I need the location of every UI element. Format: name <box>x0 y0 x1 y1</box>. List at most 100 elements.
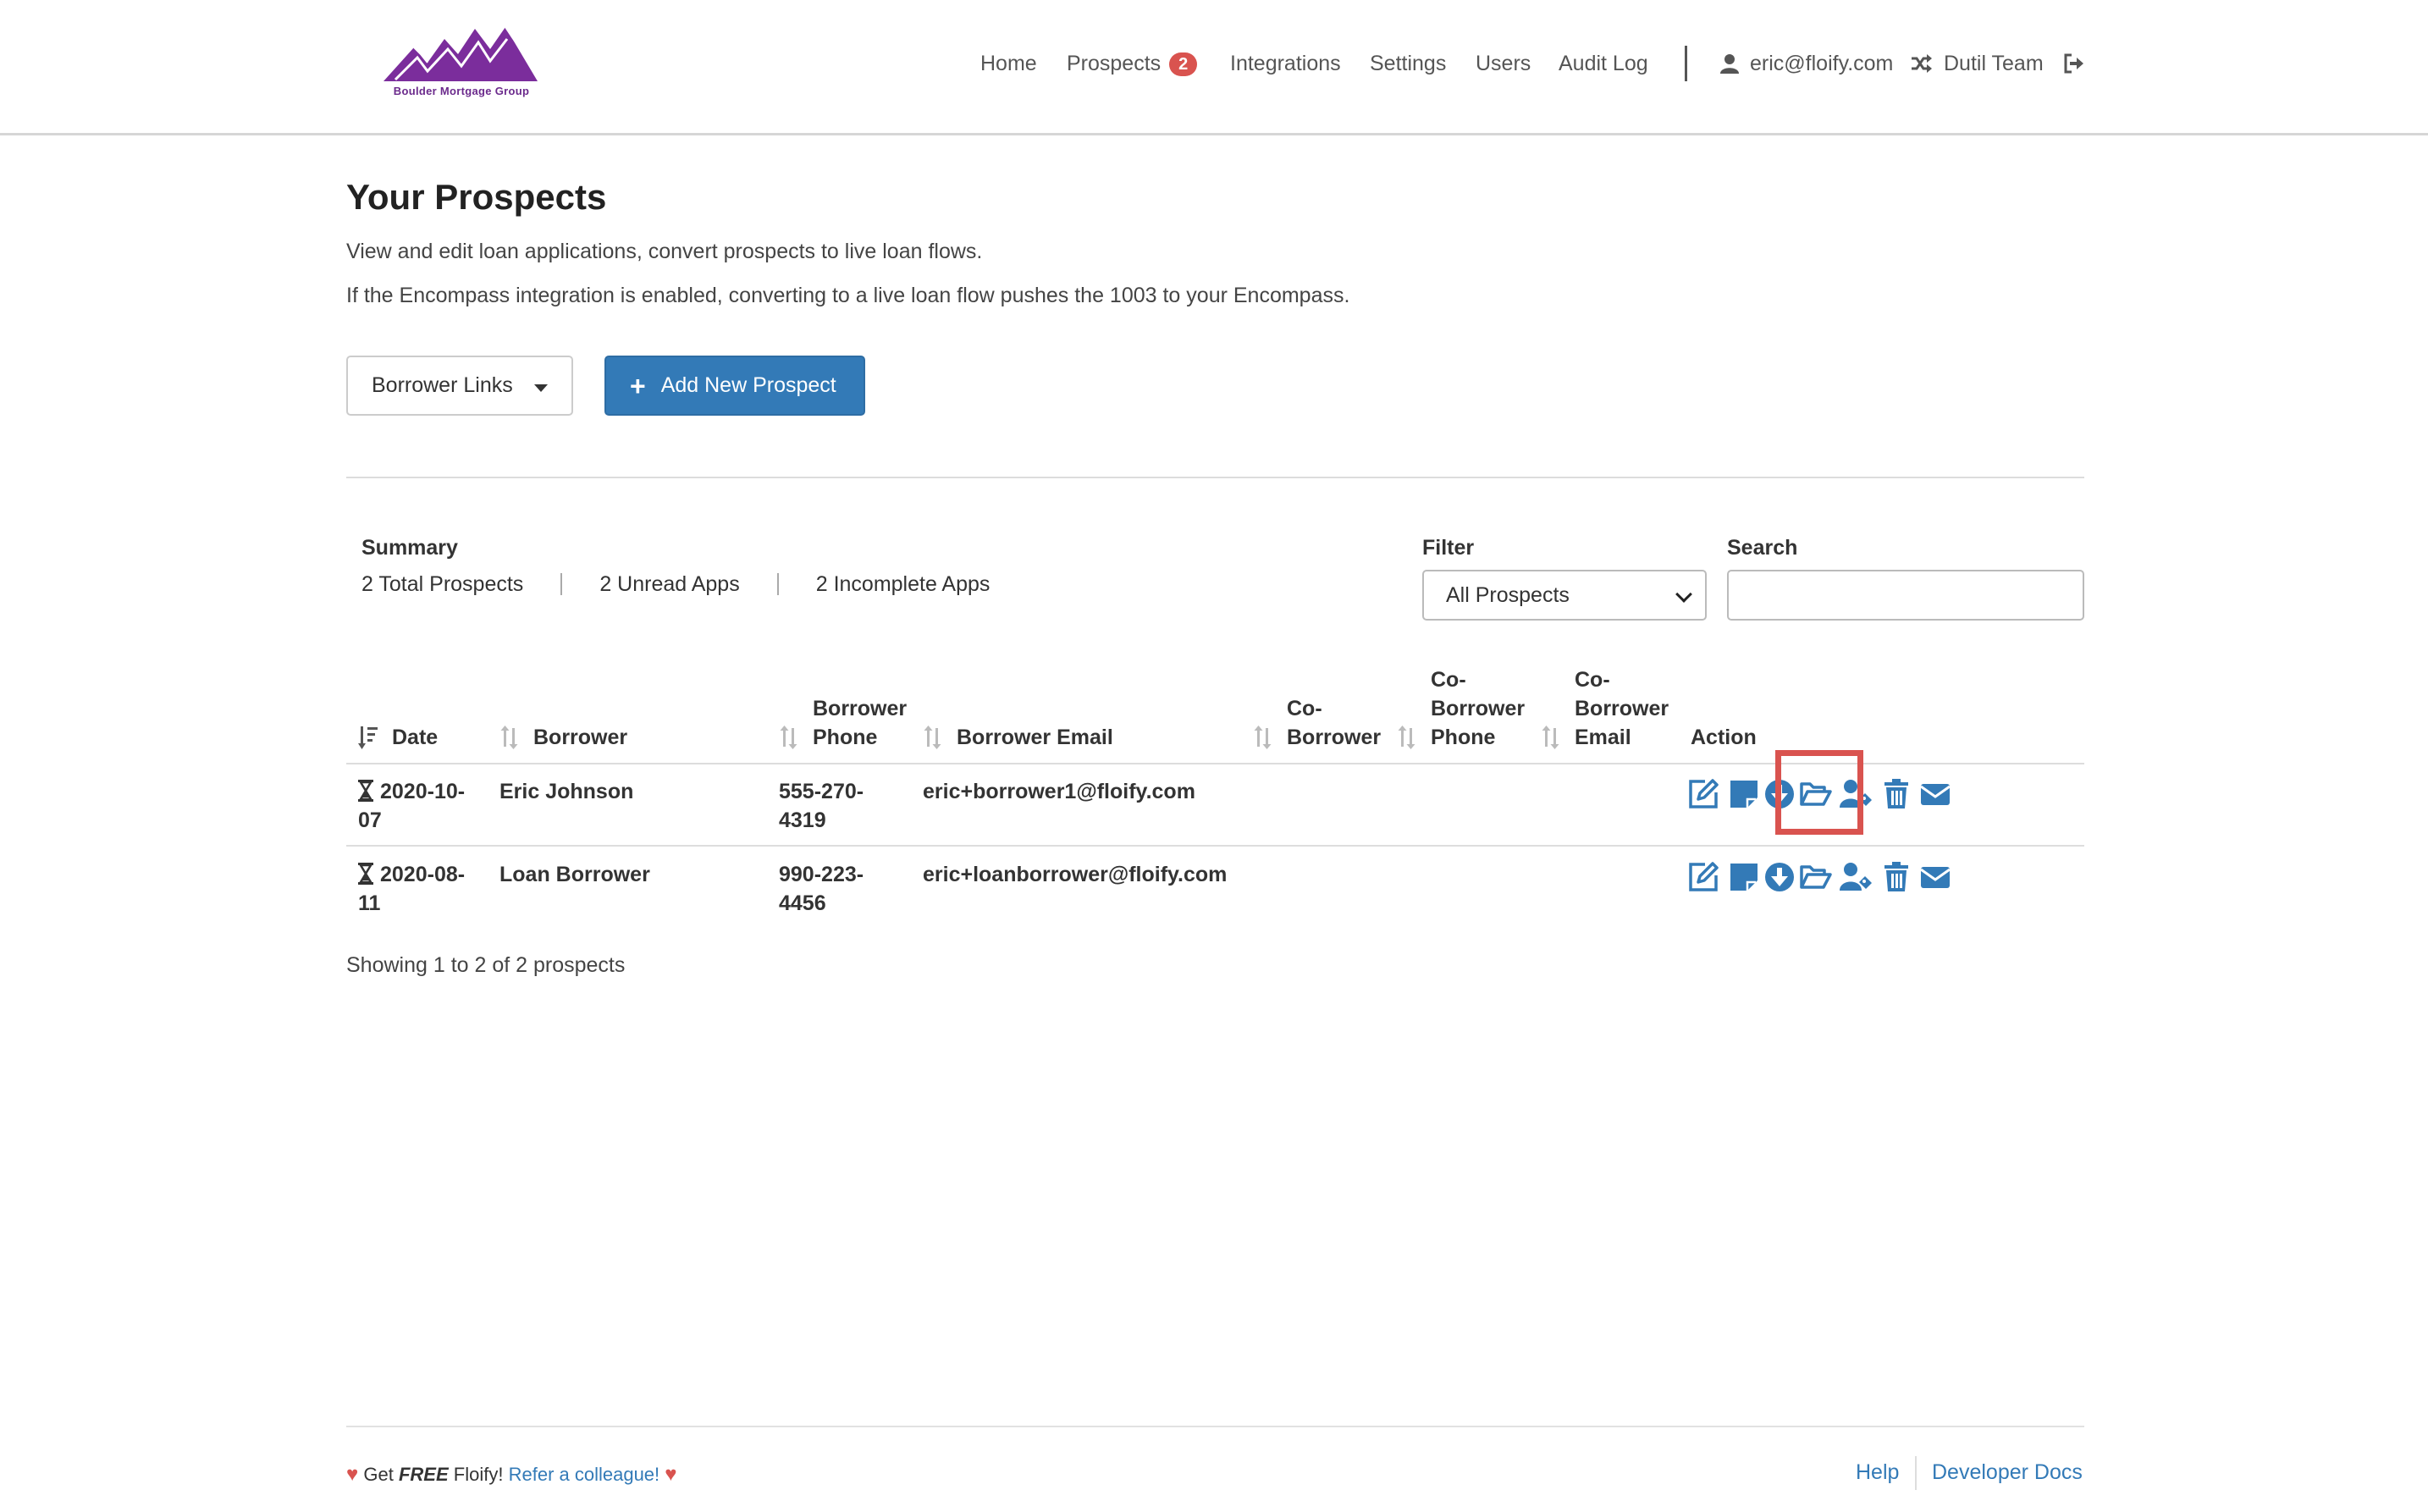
header-text: Borrower <box>1287 726 1382 749</box>
edit-icon[interactable] <box>1686 777 1720 811</box>
filter-label: Filter <box>1422 536 1475 560</box>
logo-text: Boulder Mortgage Group <box>393 85 530 97</box>
add-new-prospect-button[interactable]: + Add New Prospect <box>604 356 865 416</box>
hourglass-icon <box>358 780 373 802</box>
nav-users[interactable]: Users <box>1476 51 1531 76</box>
hourglass-icon <box>358 863 373 885</box>
summary-label: Summary <box>361 536 458 560</box>
nav-audit-log[interactable]: Audit Log <box>1559 51 1648 76</box>
filter-select[interactable]: All Prospects <box>1422 570 1707 621</box>
brand-logo[interactable]: Boulder Mortgage Group <box>380 24 543 103</box>
download-circle-icon[interactable] <box>1763 860 1796 894</box>
header-borrower-phone[interactable]: Borrower Phone <box>813 694 907 752</box>
phone-text: 4456 <box>779 891 826 915</box>
user-tag-icon[interactable] <box>1839 860 1873 894</box>
envelope-icon[interactable] <box>1918 777 1952 811</box>
nav-home[interactable]: Home <box>980 51 1037 76</box>
page-description-2: If the Encompass integration is enabled,… <box>346 284 1350 307</box>
sticky-note-icon[interactable] <box>1727 777 1761 811</box>
header-co-borrower[interactable]: Co- Borrower <box>1287 694 1381 752</box>
header-text: Borrower <box>1575 697 1669 720</box>
caret-down-icon <box>534 384 548 392</box>
sort-icon[interactable] <box>499 725 520 750</box>
nav-divider <box>1685 46 1687 81</box>
search-input[interactable] <box>1727 570 2084 621</box>
phone-text: 4319 <box>779 808 826 832</box>
pagination-info: Showing 1 to 2 of 2 prospects <box>346 953 626 977</box>
footer-referral: ♥ Get FREE Floify! Refer a colleague! ♥ <box>346 1462 677 1487</box>
nav-prospects-label: Prospects <box>1067 52 1162 75</box>
plus-icon: + <box>630 370 646 401</box>
table-cell-date: 2020-10- 07 <box>358 777 465 835</box>
page-title: Your Prospects <box>346 177 607 217</box>
summary-total: 2 Total Prospects <box>361 572 524 596</box>
sort-icon[interactable] <box>1397 725 1417 750</box>
search-label: Search <box>1727 536 1798 560</box>
header-date[interactable]: Date <box>392 723 438 752</box>
footer-get: Get <box>363 1464 394 1485</box>
refer-colleague-link[interactable]: Refer a colleague! <box>509 1464 660 1485</box>
borrower-links-label: Borrower Links <box>372 373 513 397</box>
date-text: 11 <box>358 891 381 915</box>
nav-integrations[interactable]: Integrations <box>1230 51 1341 76</box>
header-text: Borrower <box>813 697 908 720</box>
sort-icon[interactable] <box>923 725 943 750</box>
header-text: Phone <box>813 726 878 749</box>
trash-icon[interactable] <box>1879 860 1913 894</box>
summary-stats: 2 Total Prospects 2 Unread Apps 2 Incomp… <box>361 571 990 597</box>
header-borrower-email[interactable]: Borrower Email <box>957 723 1113 752</box>
header-text: Co- <box>1431 668 1466 692</box>
summary-incomplete: 2 Incomplete Apps <box>815 572 991 596</box>
header-borrower[interactable]: Borrower <box>533 723 627 752</box>
sort-icon[interactable] <box>779 725 799 750</box>
heart-icon: ♥ <box>346 1463 359 1486</box>
folder-open-icon[interactable] <box>1798 777 1832 811</box>
summary-separator <box>560 573 563 595</box>
help-link[interactable]: Help <box>1856 1460 1899 1485</box>
header-text: Co- <box>1575 668 1610 692</box>
phone-text: 555-270- <box>779 780 864 803</box>
footer-floify: Floify! <box>453 1464 504 1485</box>
table-cell-borrower: Eric Johnson <box>499 780 634 803</box>
trash-icon[interactable] <box>1879 777 1913 811</box>
row-actions <box>1685 777 2006 811</box>
filter-selected-value: All Prospects <box>1446 582 1570 607</box>
row-actions <box>1685 860 2006 894</box>
table-cell-phone: 555-270- 4319 <box>779 777 864 835</box>
footer-divider <box>346 1426 2084 1427</box>
prospects-count-badge: 2 <box>1169 52 1198 76</box>
date-text: 2020-10- <box>380 780 466 803</box>
envelope-icon[interactable] <box>1918 860 1952 894</box>
edit-icon[interactable] <box>1686 860 1720 894</box>
nav-prospects[interactable]: Prospects 2 <box>1067 51 1198 76</box>
section-divider <box>346 477 2084 478</box>
nav-settings[interactable]: Settings <box>1370 51 1446 76</box>
sign-out-icon[interactable] <box>2062 52 2084 74</box>
table-row-border <box>346 845 2084 847</box>
add-new-prospect-label: Add New Prospect <box>660 373 836 397</box>
table-cell-email: eric+loanborrower@floify.com <box>923 863 1228 886</box>
folder-open-icon[interactable] <box>1798 860 1832 894</box>
sort-desc-icon[interactable] <box>358 725 378 750</box>
footer-link-divider <box>1915 1456 1917 1490</box>
nav-user-email[interactable]: eric@floify.com <box>1750 51 1893 76</box>
table-header-border <box>346 763 2084 764</box>
header-text: Phone <box>1431 726 1496 749</box>
header-co-borrower-email[interactable]: Co- Borrower Email <box>1575 665 1669 752</box>
heart-icon: ♥ <box>665 1463 677 1486</box>
chevron-down-icon <box>1675 586 1692 603</box>
sticky-note-icon[interactable] <box>1727 860 1761 894</box>
download-circle-icon[interactable] <box>1763 777 1796 811</box>
user-tag-icon[interactable] <box>1839 777 1873 811</box>
user-icon <box>1720 54 1739 74</box>
developer-docs-link[interactable]: Developer Docs <box>1932 1460 2083 1485</box>
nav-team[interactable]: Dutil Team <box>1944 51 2044 76</box>
sort-icon[interactable] <box>1253 725 1273 750</box>
summary-unread: 2 Unread Apps <box>599 572 740 596</box>
phone-text: 990-223- <box>779 863 864 886</box>
borrower-links-dropdown[interactable]: Borrower Links <box>346 356 573 416</box>
header-action: Action <box>1691 726 1757 749</box>
header-text: Borrower <box>1431 697 1526 720</box>
header-co-borrower-phone[interactable]: Co- Borrower Phone <box>1431 665 1525 752</box>
sort-icon[interactable] <box>1541 725 1561 750</box>
